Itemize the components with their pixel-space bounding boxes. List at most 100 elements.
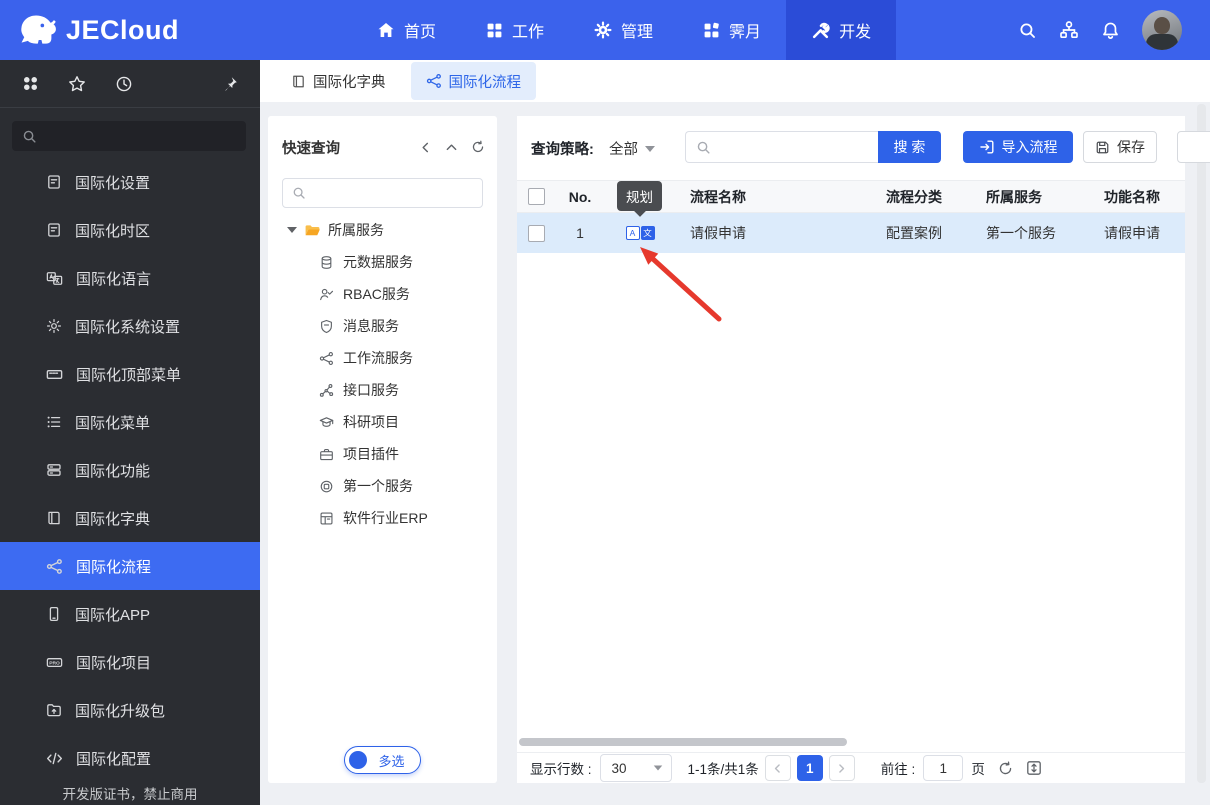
clock-icon[interactable] bbox=[115, 75, 133, 93]
rows-per-page-value: 30 bbox=[611, 760, 627, 776]
select-all-checkbox[interactable] bbox=[528, 188, 545, 205]
tree-item-project-plugin[interactable]: 项目插件 bbox=[268, 438, 497, 470]
column-no: No. bbox=[568, 188, 592, 205]
search-icon bbox=[22, 129, 37, 144]
tree-item-rbac-service[interactable]: RBAC服务 bbox=[268, 278, 497, 310]
search-button[interactable]: 搜 索 bbox=[878, 131, 941, 163]
caret-down-icon[interactable] bbox=[287, 227, 297, 233]
row-translate-action[interactable]: A 文 bbox=[616, 213, 664, 253]
save-button[interactable]: 保存 bbox=[1083, 131, 1157, 163]
quick-query-panel: 快速查询 所属服务 元数据服务 RBAC服务 消息服务 工作流服务 接口服务 科… bbox=[268, 116, 497, 783]
clipped-toolbar-button[interactable] bbox=[1177, 131, 1210, 163]
refresh-icon[interactable] bbox=[998, 760, 1013, 776]
goto-page-input[interactable] bbox=[923, 755, 964, 781]
collapse-up-icon[interactable] bbox=[445, 140, 458, 154]
rows-per-page-select[interactable]: 30 bbox=[599, 754, 672, 782]
panel-footer: 多选 bbox=[268, 745, 497, 775]
svg-text:PRO: PRO bbox=[49, 660, 60, 666]
keyword-search[interactable] bbox=[685, 131, 898, 163]
horizontal-scrollbar-thumb[interactable] bbox=[519, 738, 847, 746]
search-icon bbox=[696, 140, 711, 155]
sidebar-search-input[interactable] bbox=[45, 127, 236, 145]
nav-item-develop[interactable]: 开发 bbox=[786, 0, 897, 60]
query-strategy-select[interactable]: 全部 bbox=[609, 138, 655, 159]
sidebar-item-i18n-upgrade-package[interactable]: 国际化升级包 bbox=[0, 686, 260, 734]
tree-item-research-project[interactable]: 科研项目 bbox=[268, 406, 497, 438]
sidebar-item-label: 国际化功能 bbox=[75, 462, 151, 480]
tree-root-label: 所属服务 bbox=[328, 222, 384, 238]
save-icon bbox=[1095, 140, 1110, 155]
tree-item-label: 第一个服务 bbox=[343, 478, 413, 494]
left-sidebar: 国际化设置 国际化时区 国际化语言 国际化系统设置 国际化顶部菜单 国际化菜单 bbox=[0, 60, 260, 805]
tree-item-workflow-service[interactable]: 工作流服务 bbox=[268, 342, 497, 374]
sidebar-item-i18n-language[interactable]: 国际化语言 bbox=[0, 254, 260, 302]
refresh-icon[interactable] bbox=[471, 140, 485, 154]
sidebar-item-label: 国际化顶部菜单 bbox=[76, 366, 182, 384]
tree-search[interactable] bbox=[282, 178, 493, 208]
nav-label: 霁月 bbox=[729, 24, 762, 41]
sidebar-item-label: 国际化配置 bbox=[76, 750, 152, 768]
sidebar-item-i18n-project[interactable]: PRO 国际化项目 bbox=[0, 638, 260, 686]
bell-icon[interactable] bbox=[1101, 21, 1120, 40]
tree-item-label: RBAC服务 bbox=[343, 286, 410, 302]
tree-root-services[interactable]: 所属服务 bbox=[268, 214, 497, 246]
tab-i18n-workflow[interactable]: 国际化流程 bbox=[410, 62, 536, 100]
graduation-cap-icon bbox=[319, 415, 334, 430]
sidebar-item-i18n-workflow[interactable]: 国际化流程 bbox=[0, 542, 260, 590]
next-page-button[interactable] bbox=[828, 755, 855, 781]
tab-i18n-dictionary[interactable]: 国际化字典 bbox=[276, 62, 401, 100]
tree-item-software-erp[interactable]: 软件行业ERP bbox=[268, 502, 497, 534]
user-avatar[interactable] bbox=[1142, 10, 1182, 50]
nav-item-work[interactable]: 工作 bbox=[461, 0, 569, 60]
org-chart-icon[interactable] bbox=[1059, 20, 1079, 40]
multi-select-toggle[interactable]: 多选 bbox=[344, 746, 421, 774]
workflow-icon bbox=[426, 73, 442, 89]
search-icon[interactable] bbox=[1018, 21, 1037, 40]
pin-icon[interactable] bbox=[222, 76, 238, 92]
column-workflow-name: 流程名称 bbox=[690, 188, 746, 205]
vertical-scrollbar[interactable] bbox=[1197, 104, 1206, 783]
sidebar-iconbar bbox=[0, 60, 260, 108]
tree-item-metadata-service[interactable]: 元数据服务 bbox=[268, 246, 497, 278]
import-icon bbox=[979, 139, 995, 155]
import-workflow-button[interactable]: 导入流程 bbox=[963, 131, 1073, 163]
tree-item-first-service[interactable]: 第一个服务 bbox=[268, 470, 497, 502]
nav-item-jiyue[interactable]: 霁月 bbox=[678, 0, 786, 60]
sidebar-item-i18n-top-menu[interactable]: 国际化顶部菜单 bbox=[0, 350, 260, 398]
sidebar-search[interactable] bbox=[12, 121, 246, 151]
tree-item-label: 软件行业ERP bbox=[343, 510, 428, 526]
sidebar-item-i18n-settings[interactable]: 国际化设置 bbox=[0, 158, 260, 206]
tree-item-label: 科研项目 bbox=[343, 414, 399, 430]
sidebar-item-i18n-system-settings[interactable]: 国际化系统设置 bbox=[0, 302, 260, 350]
tree-item-message-service[interactable]: 消息服务 bbox=[268, 310, 497, 342]
sidebar-item-i18n-app[interactable]: 国际化APP bbox=[0, 590, 260, 638]
main-nav: 首页 工作 管理 霁月 开发 bbox=[352, 0, 897, 60]
tree-search-input[interactable] bbox=[313, 184, 493, 202]
current-page-button[interactable]: 1 bbox=[796, 755, 823, 781]
tree-item-api-service[interactable]: 接口服务 bbox=[268, 374, 497, 406]
nav-item-home[interactable]: 首页 bbox=[352, 0, 461, 60]
brand[interactable]: JECloud bbox=[14, 0, 179, 60]
prev-page-button[interactable] bbox=[764, 755, 791, 781]
collapse-left-icon[interactable] bbox=[419, 140, 432, 154]
column-settings-icon[interactable] bbox=[1026, 760, 1042, 776]
top-menu-icon bbox=[46, 366, 63, 383]
row-workflow-name: 请假申请 bbox=[690, 225, 746, 241]
folder-open-icon bbox=[304, 222, 321, 239]
apps-grid-icon[interactable] bbox=[22, 75, 39, 92]
sidebar-item-i18n-menu[interactable]: 国际化菜单 bbox=[0, 398, 260, 446]
gear-icon bbox=[46, 318, 62, 334]
row-checkbox[interactable] bbox=[528, 224, 545, 242]
sidebar-item-label: 国际化流程 bbox=[76, 558, 152, 576]
query-strategy-label: 查询策略: bbox=[531, 142, 594, 158]
sidebar-item-i18n-timezone[interactable]: 国际化时区 bbox=[0, 206, 260, 254]
table-row[interactable]: 1 A 文 请假申请 配置案例 第一个服务 请假申请 bbox=[517, 213, 1185, 253]
sidebar-item-i18n-config[interactable]: 国际化配置 bbox=[0, 734, 260, 782]
star-icon[interactable] bbox=[68, 75, 86, 93]
server-icon bbox=[46, 462, 62, 478]
sidebar-item-i18n-dictionary[interactable]: 国际化字典 bbox=[0, 494, 260, 542]
sidebar-item-i18n-function[interactable]: 国际化功能 bbox=[0, 446, 260, 494]
nav-item-manage[interactable]: 管理 bbox=[569, 0, 678, 60]
keyword-search-input[interactable] bbox=[718, 138, 898, 156]
user-check-icon bbox=[319, 287, 334, 302]
